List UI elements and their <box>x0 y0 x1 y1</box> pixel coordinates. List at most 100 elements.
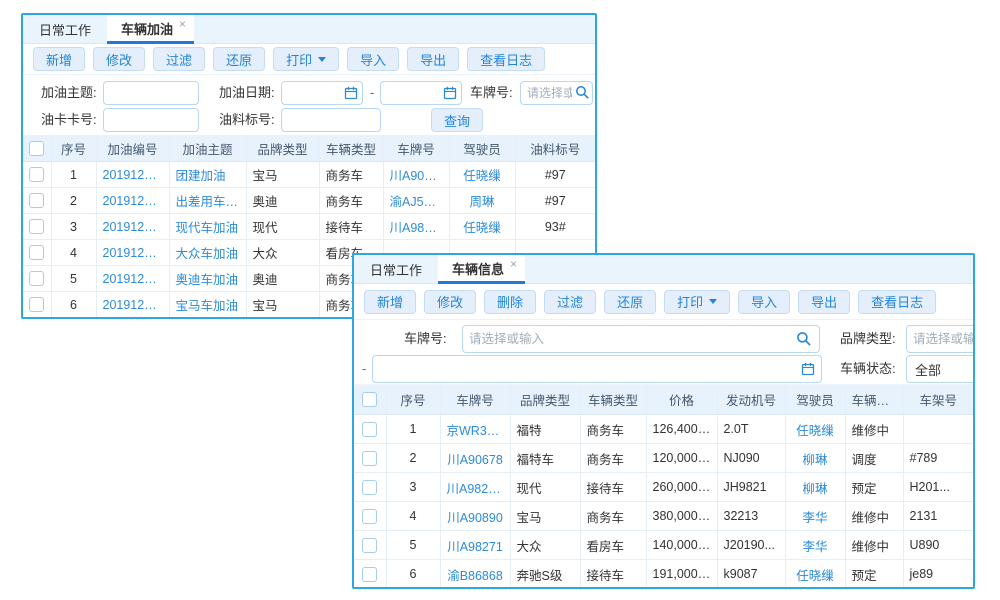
vehicle-brand-input[interactable] <box>906 325 975 353</box>
cell-link[interactable]: 川A90890 <box>383 162 449 188</box>
cell-link[interactable]: 川A90678 <box>440 444 510 473</box>
filter-button[interactable]: 过滤 <box>544 290 596 314</box>
select-all-checkbox[interactable] <box>362 392 377 407</box>
import-button[interactable]: 导入 <box>738 290 790 314</box>
row-checkbox[interactable] <box>362 567 377 582</box>
table-cell: #789 <box>903 444 973 473</box>
row-checkbox[interactable] <box>29 271 44 286</box>
print-button[interactable]: 打印 <box>273 47 339 71</box>
print-button[interactable]: 打印 <box>664 290 730 314</box>
tab-daily-work[interactable]: 日常工作 <box>354 255 438 283</box>
restore-button[interactable]: 还原 <box>213 47 265 71</box>
filter-button[interactable]: 过滤 <box>153 47 205 71</box>
export-button[interactable]: 导出 <box>407 47 459 71</box>
cell-link[interactable]: 京WR392v <box>440 415 510 444</box>
cell-link[interactable]: 2019120009 <box>96 162 169 188</box>
table-row: 2川A90678福特车商务车120,000.00NJ090柳琳调度#789 <box>354 444 973 473</box>
edit-button[interactable]: 修改 <box>424 290 476 314</box>
cell-link[interactable]: 渝B86868 <box>440 560 510 589</box>
table-cell: 预定 <box>845 473 903 502</box>
calendar-icon[interactable] <box>443 86 457 100</box>
row-checkbox[interactable] <box>29 193 44 208</box>
table-cell: 现代 <box>246 214 319 240</box>
row-checkbox[interactable] <box>362 422 377 437</box>
import-button[interactable]: 导入 <box>347 47 399 71</box>
cell-link[interactable]: 任晓缫 <box>449 162 515 188</box>
cell-link[interactable]: 2019120004 <box>96 292 169 318</box>
table-cell: 接待车 <box>580 473 646 502</box>
cell-link[interactable]: 2019120008 <box>96 188 169 214</box>
add-button[interactable]: 新增 <box>33 47 85 71</box>
refuel-subject-input[interactable] <box>103 81 199 105</box>
button-label: 删除 <box>497 292 523 311</box>
column-header: 发动机号 <box>717 385 785 415</box>
cell-link[interactable]: 奥迪车加油 <box>169 266 246 292</box>
row-checkbox[interactable] <box>362 538 377 553</box>
calendar-icon[interactable] <box>344 86 358 100</box>
tab-vehicle-info[interactable]: 车辆信息 × <box>438 255 525 284</box>
row-checkbox[interactable] <box>362 451 377 466</box>
select-all-checkbox[interactable] <box>29 141 44 156</box>
query-button[interactable]: 查询 <box>431 108 483 132</box>
button-label: 导入 <box>360 50 386 69</box>
table-cell: 奔驰S级 <box>510 560 580 589</box>
table-cell: 32213 <box>717 502 785 531</box>
cell-link[interactable]: 渝AJ59484 <box>383 188 449 214</box>
cell-link[interactable]: 2019120007 <box>96 214 169 240</box>
cell-link[interactable]: 现代车加油 <box>169 214 246 240</box>
restore-button[interactable]: 还原 <box>604 290 656 314</box>
refuel-date-label: 加油日期: <box>219 81 275 105</box>
cell-link[interactable]: 川A98271 <box>440 531 510 560</box>
cell-link[interactable]: 川A982780 <box>383 214 449 240</box>
vehicle-date-input[interactable] <box>372 355 822 383</box>
cell-link[interactable]: 任晓缫 <box>449 214 515 240</box>
close-icon[interactable]: × <box>510 258 517 270</box>
cell-link[interactable]: 2019120005 <box>96 266 169 292</box>
search-icon[interactable] <box>796 331 812 347</box>
tab-daily-work[interactable]: 日常工作 <box>23 15 107 43</box>
cell-link[interactable]: 川A90890 <box>440 502 510 531</box>
search-icon[interactable] <box>575 85 590 100</box>
vehicle-plate-input[interactable] <box>462 325 820 353</box>
cell-link[interactable]: 2019120006 <box>96 240 169 266</box>
row-checkbox[interactable] <box>362 509 377 524</box>
cell-link[interactable]: 大众车加油 <box>169 240 246 266</box>
export-button[interactable]: 导出 <box>798 290 850 314</box>
refuel-subject-label: 加油主题: <box>41 81 97 105</box>
refuel-card-input[interactable] <box>103 108 199 132</box>
table-cell: 宝马 <box>510 502 580 531</box>
cell-link[interactable]: 柳琳 <box>785 444 845 473</box>
cell-link[interactable]: 任晓缫 <box>785 415 845 444</box>
tab-vehicle-refuel[interactable]: 车辆加油 × <box>107 15 194 44</box>
row-checkbox[interactable] <box>29 297 44 312</box>
delete-button[interactable]: 删除 <box>484 290 536 314</box>
table-cell: 商务车 <box>580 444 646 473</box>
cell-link[interactable]: 李华 <box>785 502 845 531</box>
cell-link[interactable]: 柳琳 <box>785 473 845 502</box>
button-label: 过滤 <box>166 50 192 69</box>
row-checkbox[interactable] <box>29 219 44 234</box>
cell-link[interactable]: 川A982780 <box>440 473 510 502</box>
view-log-button[interactable]: 查看日志 <box>858 290 936 314</box>
cell-link[interactable]: 宝马车加油 <box>169 292 246 318</box>
table-cell: 4 <box>51 240 96 266</box>
cell-link[interactable]: 出差用车加油 <box>169 188 246 214</box>
close-icon[interactable]: × <box>179 18 186 30</box>
row-checkbox[interactable] <box>362 480 377 495</box>
table-cell: 大众 <box>246 240 319 266</box>
cell-link[interactable]: 李华 <box>785 531 845 560</box>
table-cell: H201... <box>903 473 973 502</box>
table-cell: je89 <box>903 560 973 589</box>
vehicle-status-select[interactable]: 全部 <box>906 355 975 383</box>
row-checkbox[interactable] <box>29 167 44 182</box>
cell-link[interactable]: 任晓缫 <box>785 560 845 589</box>
add-button[interactable]: 新增 <box>364 290 416 314</box>
cell-link[interactable]: 团建加油 <box>169 162 246 188</box>
row-checkbox[interactable] <box>29 245 44 260</box>
refuel-grade-input[interactable] <box>281 108 381 132</box>
column-header: 驾驶员 <box>449 135 515 162</box>
calendar-icon[interactable] <box>801 362 815 376</box>
edit-button[interactable]: 修改 <box>93 47 145 71</box>
view-log-button[interactable]: 查看日志 <box>467 47 545 71</box>
cell-link[interactable]: 周琳 <box>449 188 515 214</box>
